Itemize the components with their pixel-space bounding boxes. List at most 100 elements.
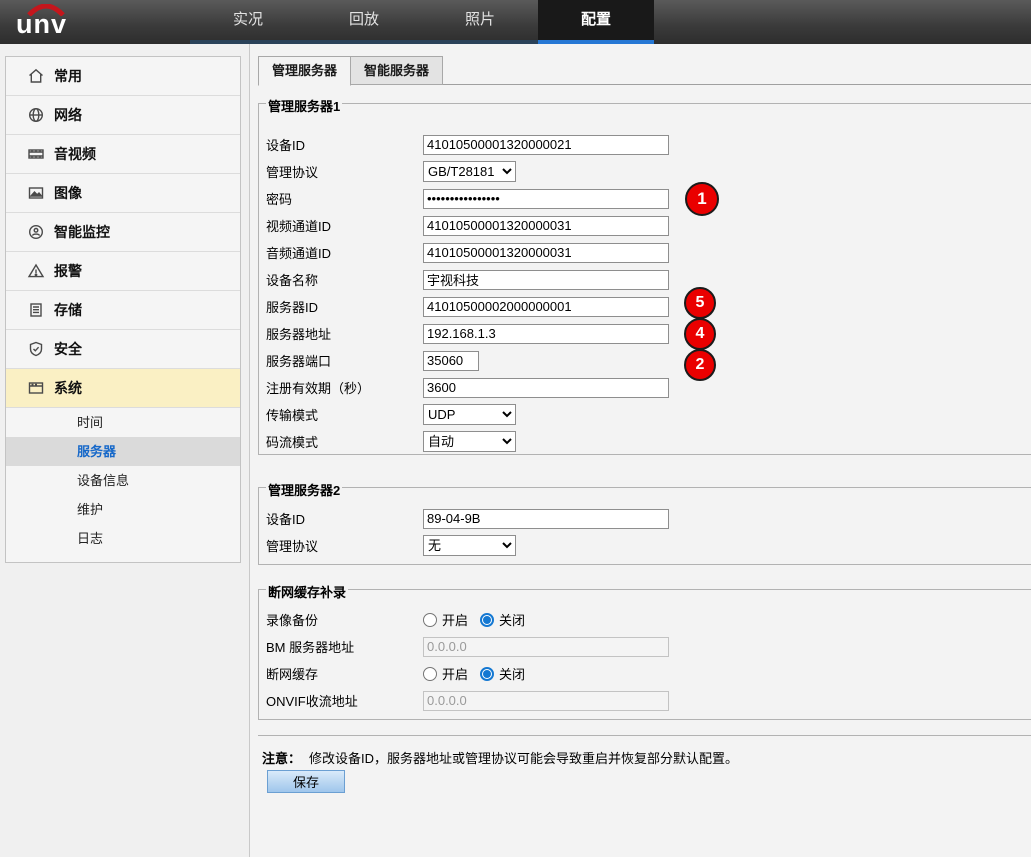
record-backup-on-label: 开启 xyxy=(442,610,468,629)
protocol-2-label: 管理协议 xyxy=(266,536,423,555)
sidebar-subitem-server[interactable]: 服务器 xyxy=(6,437,240,466)
sidebar-subitem-log[interactable]: 日志 xyxy=(6,524,240,553)
device-id-input[interactable] xyxy=(423,135,669,155)
register-validity-input[interactable] xyxy=(423,378,669,398)
note-prefix: 注意： xyxy=(262,751,301,766)
logo-text: unv xyxy=(16,10,67,38)
password-input[interactable] xyxy=(423,189,669,209)
device-id-2-input[interactable] xyxy=(423,509,669,529)
form-row: 设备ID xyxy=(259,131,1031,158)
system-window-icon xyxy=(27,379,45,397)
sidebar-item-audio-video[interactable]: 音视频 xyxy=(6,135,240,174)
form-row: 设备名称 xyxy=(259,266,1031,293)
offline-cache-off-radio[interactable] xyxy=(480,667,494,681)
sidebar-item-smart-monitoring-label: 智能监控 xyxy=(54,222,110,242)
section-offline-cache: 断网缓存补录 录像备份 开启 关闭 BM 服务器地址 断网缓存 开启 xyxy=(258,589,1031,720)
sidebar-item-image[interactable]: 图像 xyxy=(6,174,240,213)
tab-smart-server[interactable]: 智能服务器 xyxy=(351,56,443,85)
video-channel-id-input[interactable] xyxy=(423,216,669,236)
section-legend: 管理服务器2 xyxy=(266,480,342,499)
sidebar-item-system-label: 系统 xyxy=(54,378,82,398)
bm-server-address-input xyxy=(423,637,669,657)
smart-monitor-icon xyxy=(27,223,45,241)
save-button[interactable]: 保存 xyxy=(267,770,345,793)
bottom-divider xyxy=(258,735,1031,736)
form-row: 视频通道ID xyxy=(259,212,1031,239)
sidebar-menu: 常用 网络 音视频 图像 智能监控 报警 存储 安全 xyxy=(5,56,241,563)
transport-mode-select[interactable]: UDP xyxy=(423,404,516,425)
form-row: 服务器ID xyxy=(259,293,1031,320)
section-legend: 管理服务器1 xyxy=(266,96,342,115)
protocol-2-select[interactable]: 无 xyxy=(423,535,516,556)
form-row: 录像备份 开启 关闭 xyxy=(259,606,1031,633)
video-channel-id-label: 视频通道ID xyxy=(266,216,423,235)
sidebar-item-storage[interactable]: 存储 xyxy=(6,291,240,330)
nav-tab-live-label: 实况 xyxy=(233,11,263,28)
nav-tab-playback-label: 回放 xyxy=(349,11,379,28)
server-id-input[interactable] xyxy=(423,297,669,317)
security-shield-icon xyxy=(27,340,45,358)
record-backup-on-radio[interactable] xyxy=(423,613,437,627)
sidebar-item-network[interactable]: 网络 xyxy=(6,96,240,135)
sidebar-item-alarm-label: 报警 xyxy=(54,261,82,281)
record-backup-off-radio[interactable] xyxy=(480,613,494,627)
nav-tab-photo-label: 照片 xyxy=(465,11,495,28)
stream-mode-select[interactable]: 自动 xyxy=(423,431,516,452)
server-address-label: 服务器地址 xyxy=(266,324,423,343)
top-navigation: unv 实况 回放 照片 配置 xyxy=(0,0,1031,44)
stream-mode-label: 码流模式 xyxy=(266,432,423,451)
form-row: 设备ID xyxy=(259,505,1031,532)
form-row: 音频通道ID xyxy=(259,239,1031,266)
sidebar-item-security[interactable]: 安全 xyxy=(6,330,240,369)
section-management-server-2: 管理服务器2 设备ID 管理协议 无 xyxy=(258,487,1031,565)
form-row: 管理协议 无 xyxy=(259,532,1031,559)
sidebar-item-alarm[interactable]: 报警 xyxy=(6,252,240,291)
record-backup-label: 录像备份 xyxy=(266,610,423,629)
device-name-label: 设备名称 xyxy=(266,270,423,289)
offline-cache-on-radio[interactable] xyxy=(423,667,437,681)
server-port-input[interactable] xyxy=(423,351,479,371)
device-name-input[interactable] xyxy=(423,270,669,290)
form-row: 服务器地址 xyxy=(259,320,1031,347)
form-row: 密码 xyxy=(259,185,1031,212)
nav-tab-photo[interactable]: 照片 xyxy=(422,0,538,44)
main-content: 管理服务器 智能服务器 管理服务器1 设备ID 管理协议 GB/T28181 密… xyxy=(250,44,1031,857)
note-body: 修改设备ID，服务器地址或管理协议可能会导致重启并恢复部分默认配置。 xyxy=(309,751,738,766)
password-label: 密码 xyxy=(266,189,423,208)
annotation-badge-5: 5 xyxy=(684,287,716,319)
server-port-label: 服务器端口 xyxy=(266,351,423,370)
tab-management-server[interactable]: 管理服务器 xyxy=(258,56,351,86)
form-row: 注册有效期（秒） xyxy=(259,374,1031,401)
unv-logo[interactable]: unv xyxy=(16,2,96,42)
storage-icon xyxy=(27,301,45,319)
home-icon xyxy=(27,67,45,85)
nav-tab-live[interactable]: 实况 xyxy=(190,0,306,44)
onvif-address-label: ONVIF收流地址 xyxy=(266,691,423,710)
sidebar-item-network-label: 网络 xyxy=(54,105,82,125)
content-tabs: 管理服务器 智能服务器 xyxy=(258,56,443,86)
alarm-icon xyxy=(27,262,45,280)
server-address-input[interactable] xyxy=(423,324,669,344)
sidebar-item-common[interactable]: 常用 xyxy=(6,57,240,96)
protocol-select[interactable]: GB/T28181 xyxy=(423,161,516,182)
annotation-badge-1: 1 xyxy=(685,182,719,216)
note-text: 注意： 修改设备ID，服务器地址或管理协议可能会导致重启并恢复部分默认配置。 xyxy=(262,748,738,767)
sidebar-item-storage-label: 存储 xyxy=(54,300,82,320)
sidebar-item-system[interactable]: 系统 xyxy=(6,369,240,408)
sidebar: 常用 网络 音视频 图像 智能监控 报警 存储 安全 xyxy=(0,44,250,857)
sidebar-subitem-device-info[interactable]: 设备信息 xyxy=(6,466,240,495)
nav-tab-playback[interactable]: 回放 xyxy=(306,0,422,44)
sidebar-subitem-maintenance[interactable]: 维护 xyxy=(6,495,240,524)
audio-channel-id-input[interactable] xyxy=(423,243,669,263)
sidebar-subitem-time[interactable]: 时间 xyxy=(6,408,240,437)
globe-icon xyxy=(27,106,45,124)
form-row: ONVIF收流地址 xyxy=(259,687,1031,714)
bm-server-address-label: BM 服务器地址 xyxy=(266,637,423,656)
form-row: 服务器端口 xyxy=(259,347,1031,374)
sidebar-item-security-label: 安全 xyxy=(54,339,82,359)
device-id-label: 设备ID xyxy=(266,135,423,154)
register-validity-label: 注册有效期（秒） xyxy=(266,378,423,397)
nav-tab-config[interactable]: 配置 xyxy=(538,0,654,44)
offline-cache-radio-group: 开启 关闭 xyxy=(423,664,525,683)
sidebar-item-smart-monitoring[interactable]: 智能监控 xyxy=(6,213,240,252)
